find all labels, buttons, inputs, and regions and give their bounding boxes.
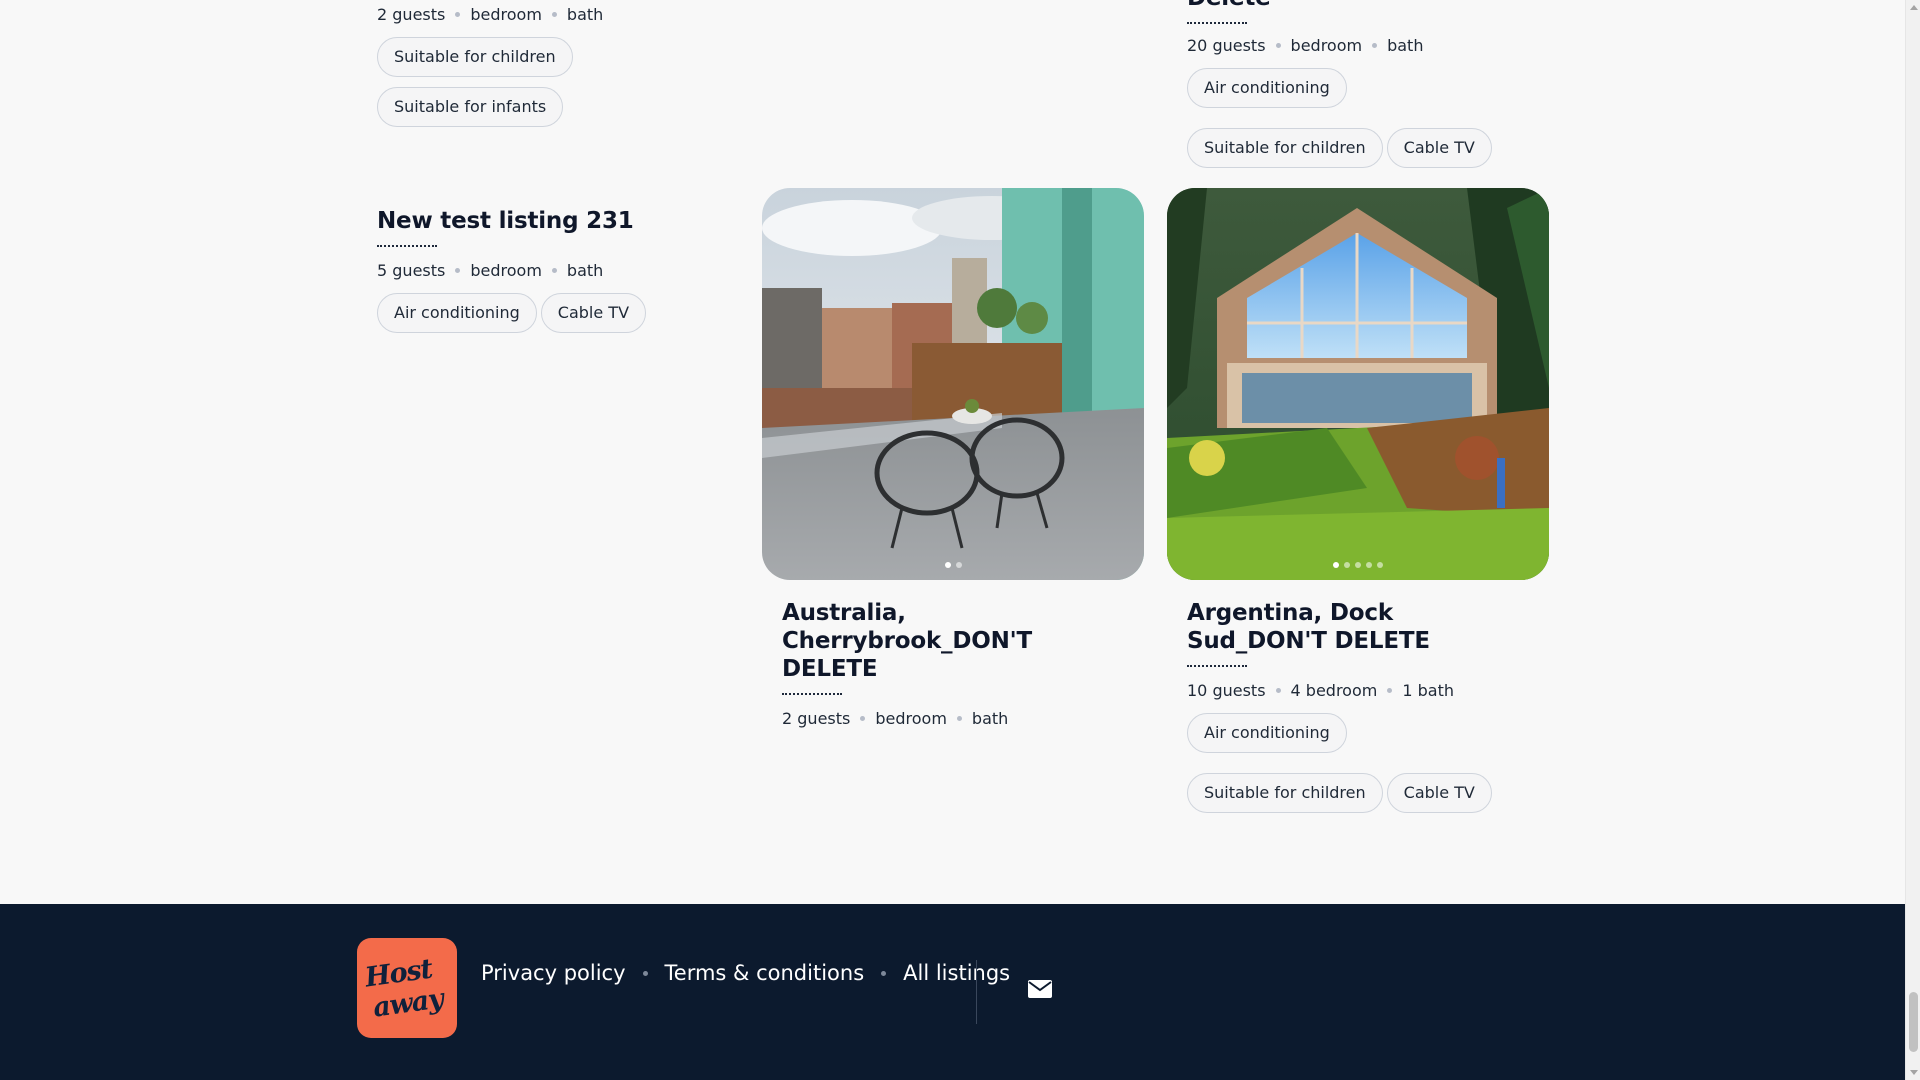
meta-separator [455, 267, 461, 273]
listing-card-top-left[interactable]: 2 guests bedroom bath Suitable for child… [377, 0, 759, 127]
bath-count: bath [566, 260, 604, 280]
meta-separator [1387, 687, 1393, 693]
amenity-tag: Suitable for children [1187, 128, 1383, 168]
guests-count: 2 guests [782, 708, 851, 728]
amenity-tags: Suitable for children Suitable for infan… [377, 37, 759, 127]
photo-pagination[interactable] [762, 562, 1144, 568]
amenity-tag: Cable TV [1386, 128, 1492, 168]
bedroom-count: bedroom [1290, 35, 1363, 55]
guests-count: 5 guests [377, 260, 446, 280]
amenity-tag: Suitable for infants [377, 87, 564, 127]
meta-separator [860, 715, 866, 721]
amenity-tag: Cable TV [1386, 773, 1492, 813]
meta-separator [551, 267, 557, 273]
listing-card-top-right[interactable]: Delete 20 guests bedroom bath Air condit… [1187, 0, 1569, 168]
meta-separator [455, 11, 461, 17]
scroll-down-arrow-icon[interactable] [1910, 1070, 1918, 1075]
amenity-tag: Suitable for children [377, 37, 573, 77]
listing-card-argentina[interactable]: Argentina, Dock Sud_DON'T DELETE 10 gues… [1187, 599, 1537, 813]
guests-count: 10 guests [1187, 680, 1266, 700]
pagination-dot[interactable] [944, 562, 951, 568]
listing-title[interactable]: Delete [1187, 0, 1569, 24]
meta-separator [551, 11, 557, 17]
terms-conditions-link[interactable]: Terms & conditions [665, 961, 865, 985]
bedroom-count: bedroom [470, 4, 542, 24]
hostaway-logo[interactable]: Host away [357, 938, 457, 1038]
site-footer: Host away Privacy policy Terms & conditi… [0, 904, 1905, 1080]
listing-photo-australia[interactable] [762, 188, 1144, 580]
bath-count: 1 bath [1402, 680, 1454, 700]
listing-card-australia[interactable]: Australia, Cherrybrook_DON'T DELETE 2 gu… [782, 599, 1132, 729]
amenity-tags: Air conditioning Cable TV [377, 293, 759, 333]
guests-count: 2 guests [377, 4, 446, 24]
photo-pagination[interactable] [1167, 562, 1549, 568]
bedroom-count: bedroom [470, 260, 542, 280]
footer-separator [881, 970, 887, 976]
house-photo [1167, 188, 1549, 580]
pagination-dot[interactable] [1366, 562, 1372, 568]
footer-separator [642, 970, 648, 976]
amenity-tags: Air conditioning Suitable for children C… [1187, 713, 1537, 813]
bath-count: bath [971, 708, 1009, 728]
listing-meta: 20 guests bedroom bath [1187, 34, 1569, 56]
guests-count: 20 guests [1187, 35, 1266, 55]
meta-separator [1275, 687, 1281, 693]
amenity-tag: Cable TV [540, 293, 647, 333]
pagination-dot[interactable] [1377, 562, 1383, 568]
listing-meta: 2 guests bedroom bath [782, 707, 1132, 729]
bedroom-count: 4 bedroom [1290, 680, 1378, 700]
mail-icon[interactable] [1028, 980, 1052, 1002]
meta-separator [1275, 42, 1281, 48]
listing-meta: 2 guests bedroom bath [377, 3, 759, 25]
meta-separator [1372, 42, 1378, 48]
footer-nav: Privacy policy Terms & conditions All li… [481, 961, 1010, 985]
pagination-dot[interactable] [1344, 562, 1350, 568]
listing-title[interactable]: New test listing 231 [377, 207, 759, 247]
amenity-tag: Suitable for children [1187, 773, 1383, 813]
scroll-up-arrow-icon[interactable] [1910, 5, 1918, 10]
amenity-tag: Air conditioning [1187, 68, 1347, 108]
page-scrollbar[interactable] [1905, 0, 1920, 1080]
listing-meta: 10 guests 4 bedroom 1 bath [1187, 679, 1537, 701]
bedroom-count: bedroom [875, 708, 947, 728]
listing-photo-argentina[interactable] [1167, 188, 1549, 580]
balcony-photo [762, 188, 1144, 580]
bath-count: bath [566, 4, 604, 24]
pagination-dot[interactable] [955, 562, 962, 568]
listing-title[interactable]: Argentina, Dock Sud_DON'T DELETE [1187, 599, 1537, 667]
bath-count: bath [1387, 35, 1424, 55]
pagination-dot[interactable] [1355, 562, 1361, 568]
scrollbar-thumb[interactable] [1909, 992, 1918, 1052]
listing-card-new-test[interactable]: New test listing 231 5 guests bedroom ba… [377, 207, 759, 333]
privacy-policy-link[interactable]: Privacy policy [481, 961, 626, 985]
listing-meta: 5 guests bedroom bath [377, 259, 759, 281]
footer-divider [976, 960, 977, 1024]
listing-title[interactable]: Australia, Cherrybrook_DON'T DELETE [782, 599, 1132, 695]
all-listings-link[interactable]: All listings [903, 961, 1010, 985]
amenity-tags: Air conditioning Suitable for children C… [1187, 68, 1569, 168]
amenity-tag: Air conditioning [377, 293, 537, 333]
amenity-tag: Air conditioning [1187, 713, 1347, 753]
pagination-dot[interactable] [1333, 562, 1339, 568]
meta-separator [956, 715, 962, 721]
